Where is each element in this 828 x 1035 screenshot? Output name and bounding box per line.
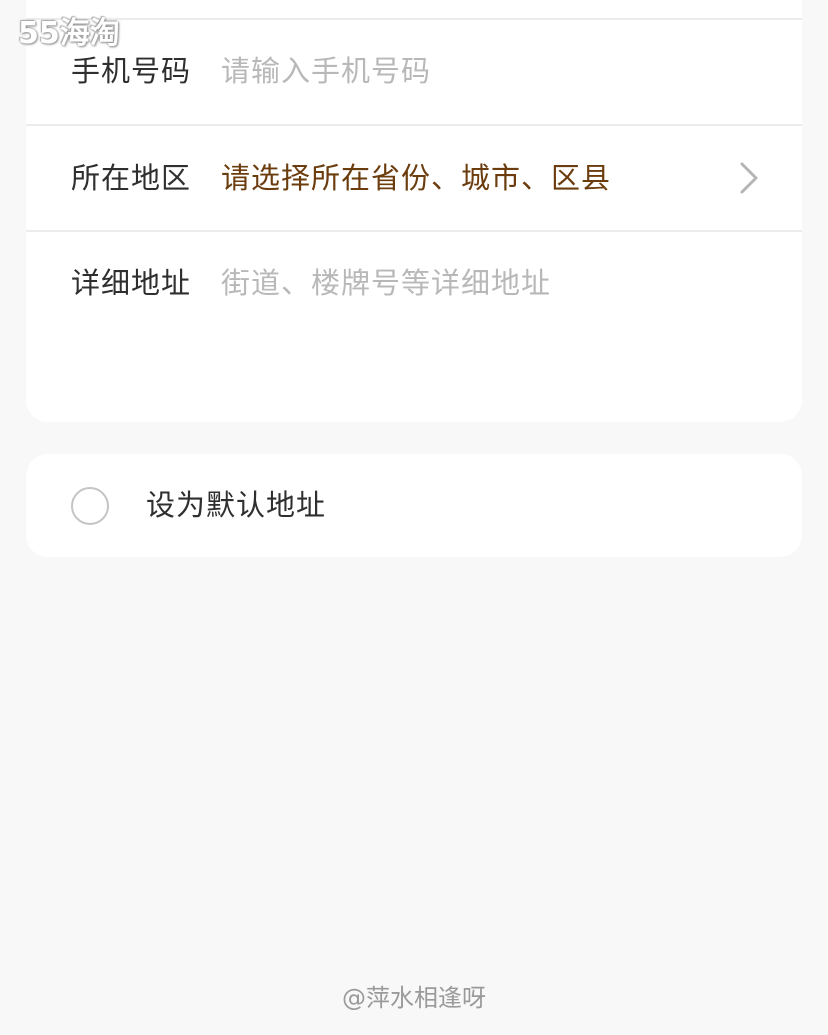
address-label: 详细地址 xyxy=(71,266,192,300)
region-label: 所在地区 xyxy=(71,161,192,195)
default-address-label[interactable]: 设为默认地址 xyxy=(146,485,326,525)
region-row[interactable]: 所在地区 请选择所在省份、城市、区县 xyxy=(26,126,802,230)
phone-label: 手机号码 xyxy=(71,54,192,88)
chevron-right-icon[interactable] xyxy=(734,158,764,198)
phone-input[interactable]: 请输入手机号码 xyxy=(221,51,431,91)
watermark-logo: 55海淘 xyxy=(18,16,120,51)
phone-row[interactable]: 手机号码 请输入手机号码 xyxy=(26,20,802,124)
region-selector[interactable]: 请选择所在省份、城市、区县 xyxy=(221,158,611,198)
address-input[interactable]: 街道、楼牌号等详细地址 xyxy=(221,263,551,303)
watermark-username: @萍水相逢呀 xyxy=(342,984,486,1012)
address-row[interactable]: 详细地址 街道、楼牌号等详细地址 xyxy=(26,232,802,422)
address-form-card: 手机号码 请输入手机号码 所在地区 请选择所在省份、城市、区县 详细地址 街道、… xyxy=(26,0,802,422)
default-address-radio[interactable] xyxy=(71,487,109,525)
default-address-card[interactable]: 设为默认地址 xyxy=(26,454,802,557)
